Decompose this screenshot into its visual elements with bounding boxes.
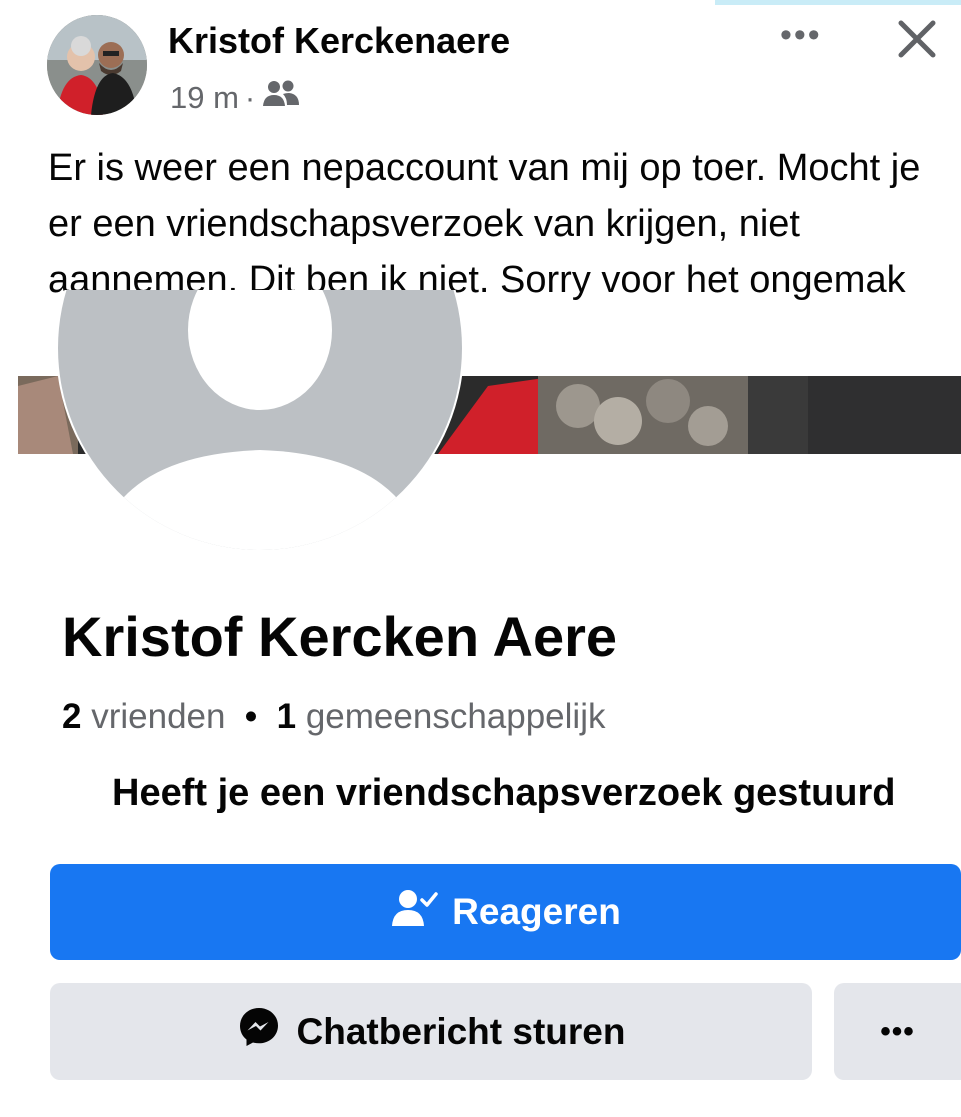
friends-count: 2 [62, 697, 82, 736]
messenger-icon [237, 1005, 281, 1058]
friends-label[interactable]: vrienden [91, 697, 225, 736]
friends-summary: 2 vrienden • 1 gemeenschappelijk [62, 697, 605, 737]
profile-name: Kristof Kercken Aere [62, 605, 618, 668]
profile-picture-placeholder[interactable] [55, 290, 465, 555]
top-edge-accent [715, 0, 961, 5]
post-body-text: Er is weer een nepaccount van mij op toe… [48, 147, 921, 301]
profile-more-button[interactable]: ••• [834, 983, 961, 1080]
send-message-button[interactable]: Chatbericht sturen [50, 983, 812, 1080]
friend-request-notice: Heeft je een vriendschapsverzoek gestuur… [112, 772, 896, 814]
close-icon[interactable] [892, 14, 942, 64]
author-avatar[interactable] [47, 15, 147, 115]
bullet-separator: • [244, 697, 258, 736]
post-timestamp[interactable]: 19 m [170, 80, 239, 116]
friends-icon [261, 78, 301, 118]
mutual-count: 1 [276, 697, 297, 736]
meta-separator: · [244, 80, 256, 115]
respond-label: Reageren [452, 891, 621, 932]
avatar-photo [47, 15, 147, 115]
respond-button[interactable]: Reageren [50, 864, 961, 960]
mutual-label[interactable]: gemeenschappelijk [306, 697, 606, 736]
post-author-name[interactable]: Kristof Kerckenaere [168, 20, 510, 62]
person-check-icon [390, 888, 438, 937]
send-message-label: Chatbericht sturen [296, 1010, 626, 1052]
post-meta: 19 m · [170, 78, 301, 118]
post-more-options-icon[interactable]: ••• [780, 18, 822, 52]
